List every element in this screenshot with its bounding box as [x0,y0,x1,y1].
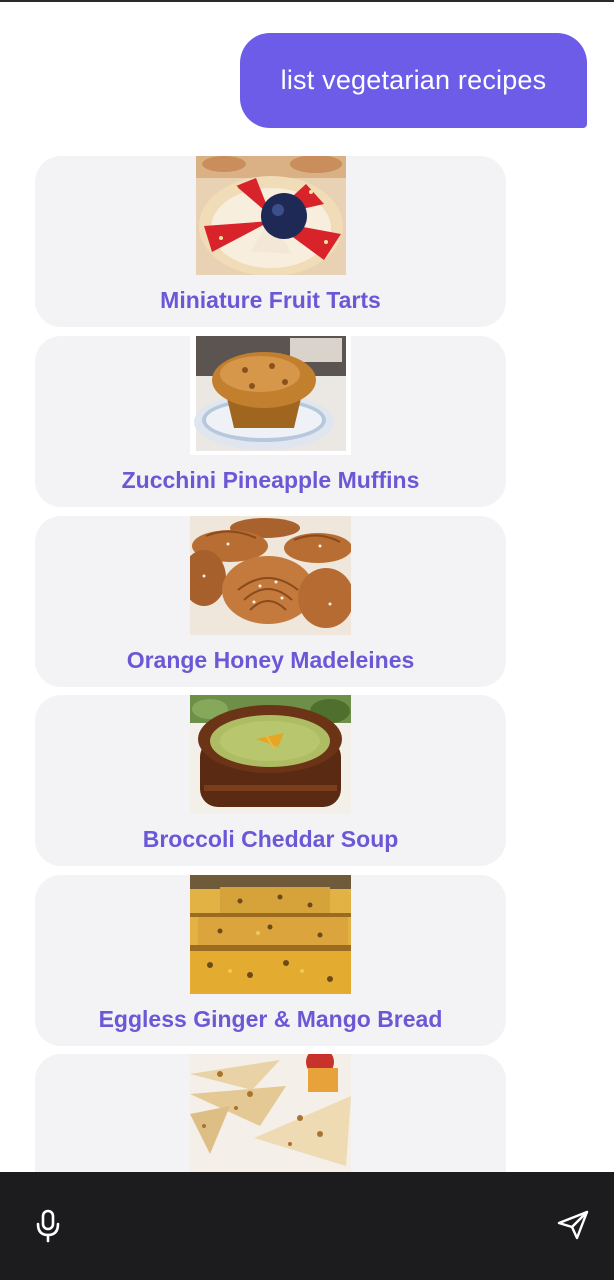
recipe-card[interactable]: Zucchini Pineapple Muffins [35,336,506,507]
user-message-text: list vegetarian recipes [280,65,547,95]
recipe-title[interactable]: Zucchini Pineapple Muffins [35,467,506,494]
chat-thread[interactable]: list vegetarian recipes Miniature Fruit … [0,0,614,1172]
user-message-bubble: list vegetarian recipes [240,33,587,128]
recipe-card[interactable] [35,1054,506,1172]
quesadilla-image [190,1054,351,1172]
muffin-image [190,336,351,455]
recipe-title[interactable]: Broccoli Cheddar Soup [35,826,506,853]
microphone-icon [35,1209,61,1248]
recipe-title[interactable]: Orange Honey Madeleines [35,647,506,674]
microphone-button[interactable] [28,1209,68,1248]
recipe-title[interactable]: Miniature Fruit Tarts [35,287,506,314]
recipe-card[interactable]: Broccoli Cheddar Soup [35,695,506,866]
recipe-card[interactable]: Eggless Ginger & Mango Bread [35,875,506,1046]
fruit-tart-image [196,156,346,275]
send-icon [557,1210,589,1245]
soup-image [190,695,351,814]
recipe-card[interactable]: Orange Honey Madeleines [35,516,506,687]
bread-image [190,875,351,994]
recipe-card[interactable]: Miniature Fruit Tarts [35,156,506,327]
recipe-title[interactable]: Eggless Ginger & Mango Bread [35,1006,506,1033]
input-bar [0,1172,614,1280]
madeleine-image [190,516,351,635]
send-button[interactable] [552,1208,594,1246]
